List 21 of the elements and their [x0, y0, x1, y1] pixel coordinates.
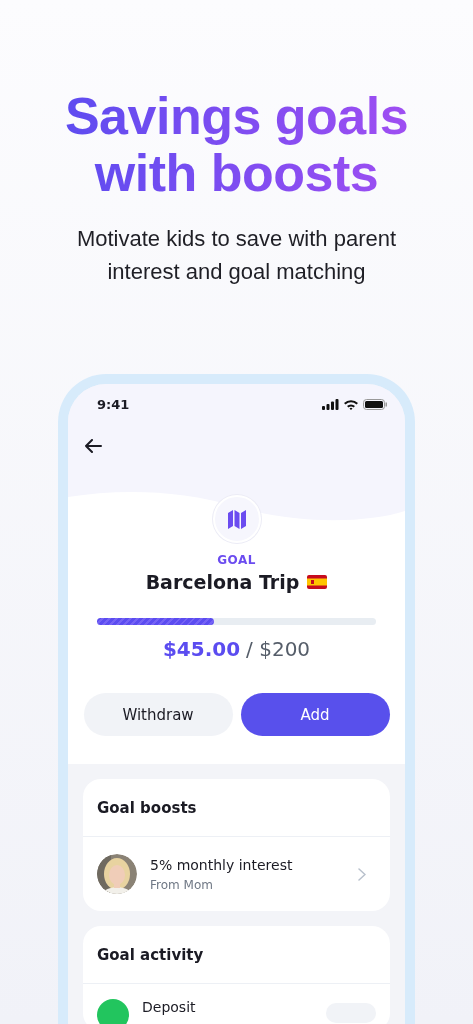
status-time: 9:41 [97, 396, 130, 412]
boost-row[interactable]: 5% monthly interest From Mom [83, 837, 390, 911]
map-icon [226, 508, 247, 530]
activity-title: Deposit [142, 999, 196, 1015]
boost-title: 5% monthly interest [150, 856, 294, 873]
target-amount: / $200 [246, 637, 311, 661]
wifi-icon [343, 398, 359, 410]
add-button[interactable]: Add [240, 693, 390, 736]
goal-title: Barcelona Trip [145, 571, 300, 593]
battery-icon [363, 398, 387, 410]
card-title: Goal boosts [83, 779, 390, 837]
saved-amount: $45.00 [162, 637, 241, 661]
chevron-right-icon [358, 867, 366, 881]
subtitle: Motivate kids to save with parent interest and goal matching [75, 225, 398, 286]
signal-icon [322, 398, 339, 410]
withdraw-button[interactable]: Withdraw [83, 693, 233, 736]
boost-source: From Mom [150, 877, 214, 892]
goal-label: GOAL [217, 553, 256, 567]
back-arrow-icon[interactable] [84, 439, 102, 453]
flag-icon [307, 575, 328, 589]
card-title: Goal activity [83, 926, 390, 984]
